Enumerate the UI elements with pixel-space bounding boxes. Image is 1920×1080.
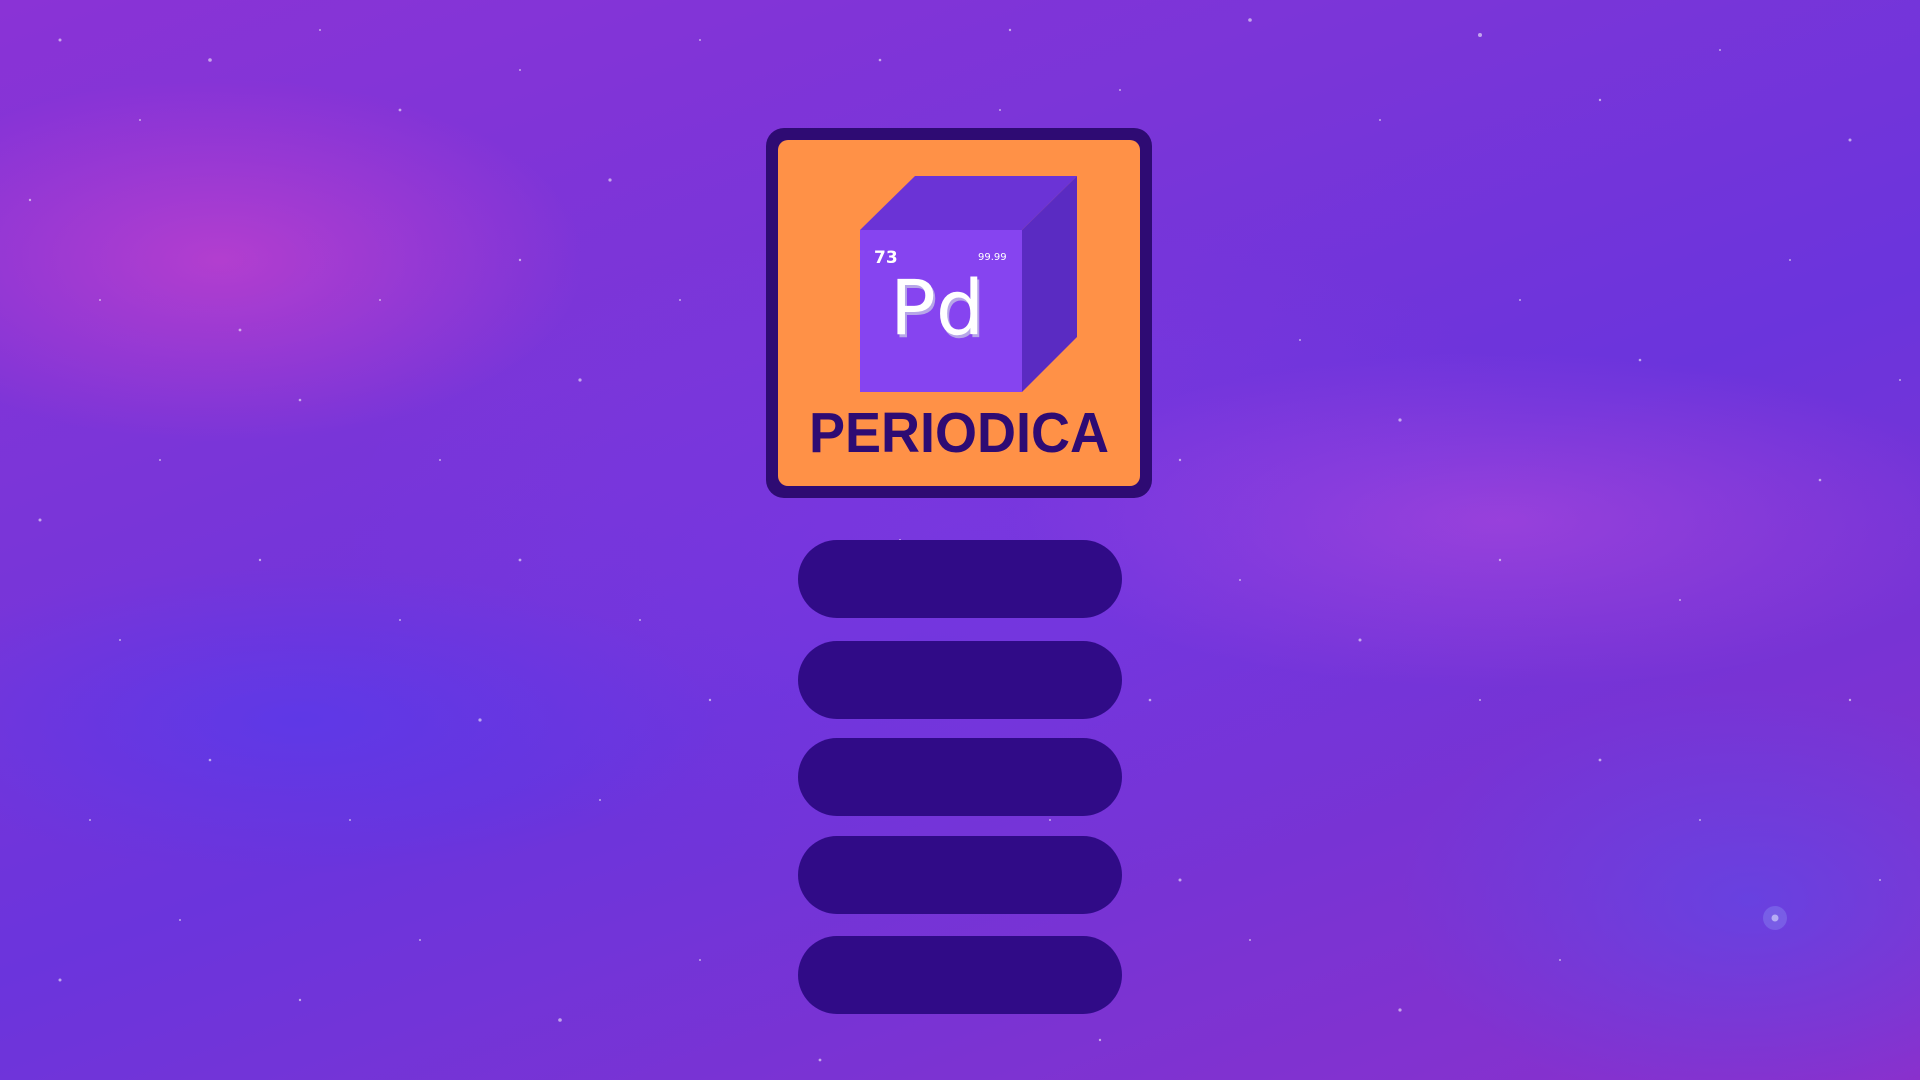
menu-button-2[interactable] — [798, 641, 1122, 719]
menu-button-1[interactable] — [798, 540, 1122, 618]
element-symbol: Pd — [890, 263, 985, 352]
app-logo-background: 73 99.99 Pd PERIODICA — [778, 140, 1140, 486]
app-title: PERIODICA — [808, 401, 1110, 465]
menu-button-4[interactable] — [798, 836, 1122, 914]
menu-button-3[interactable] — [798, 738, 1122, 816]
app-logo-card: 73 99.99 Pd PERIODICA — [766, 128, 1152, 498]
element-mass: 99.99 — [978, 252, 1007, 263]
menu-button-5[interactable] — [798, 936, 1122, 1014]
